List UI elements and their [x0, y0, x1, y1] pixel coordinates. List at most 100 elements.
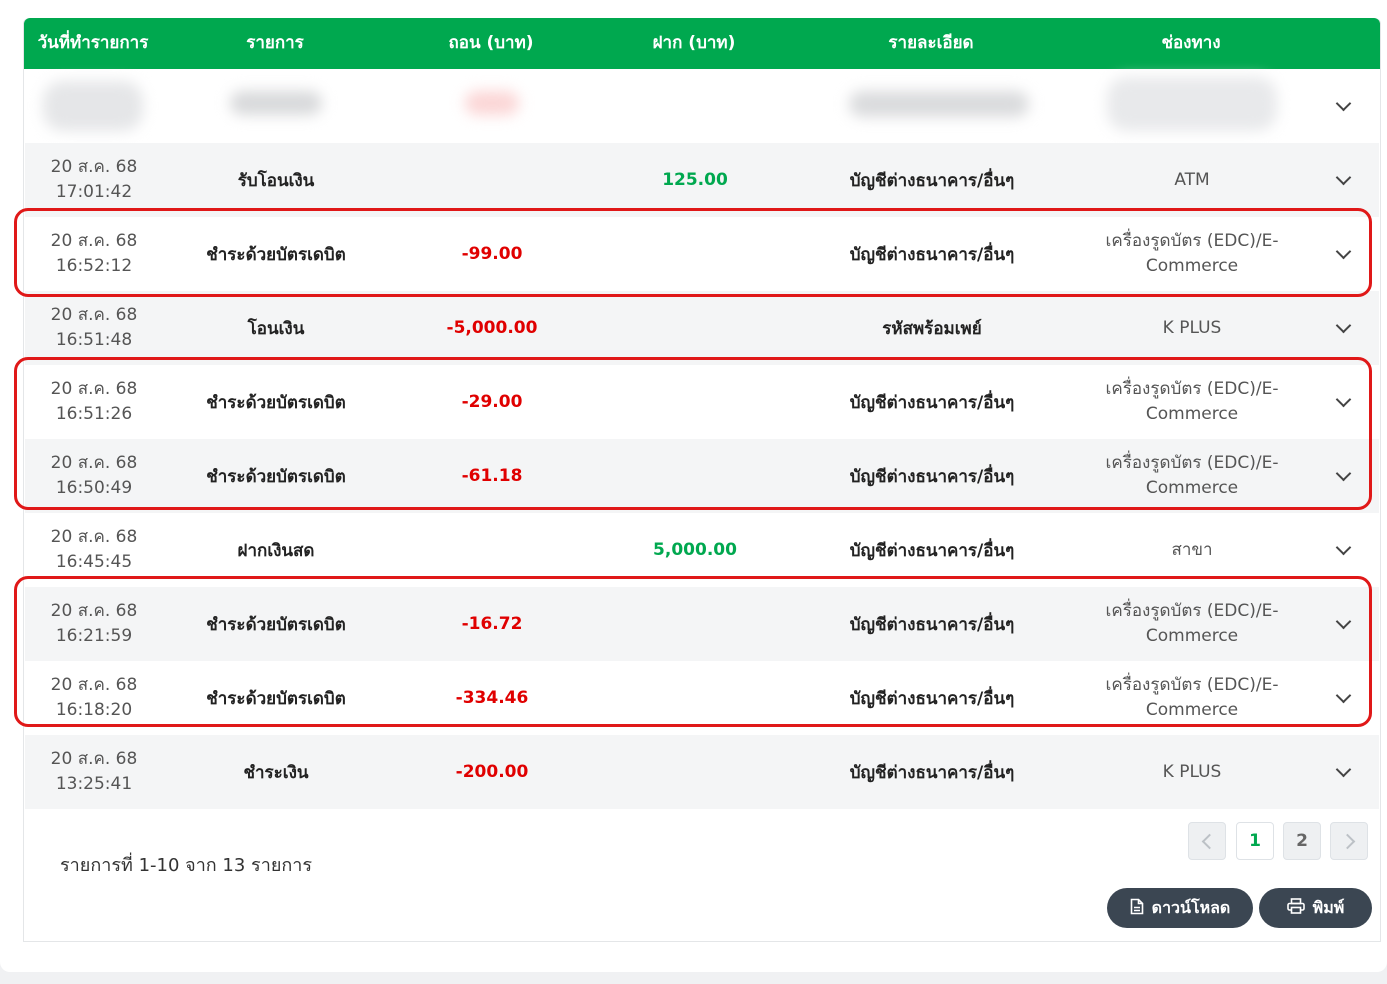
- date-cell: 20 ส.ค. 68 16:51:48: [25, 291, 163, 365]
- withdraw-cell: [392, 143, 592, 217]
- pagination-summary: รายการที่ 1-10 จาก 13 รายการ: [60, 855, 313, 876]
- deposit-cell: [595, 365, 795, 439]
- expand-icon[interactable]: [1325, 513, 1361, 587]
- item-cell: ชำระด้วยบัตรเดบิต: [206, 688, 346, 709]
- page-card: วันที่ทำรายการ รายการ ถอน (บาท) ฝาก (บาท…: [0, 0, 1387, 972]
- redacted-item: [230, 91, 322, 115]
- chevron-left-icon: [1201, 833, 1217, 849]
- table-row[interactable]: 20 ส.ค. 68 16:21:59 ชำระด้วยบัตรเดบิต -16.7…: [25, 587, 1379, 661]
- withdraw-cell: -5,000.00: [446, 318, 538, 338]
- deposit-cell: [595, 439, 795, 513]
- table-row[interactable]: 20 ส.ค. 68 16:51:48 โอนเงิน -5,000.00 รหัสพร…: [25, 291, 1379, 365]
- transaction-date: 20 ส.ค. 68: [50, 305, 138, 325]
- detail-cell: รหัสพร้อมเพย์: [882, 318, 982, 339]
- deposit-cell: [595, 587, 795, 661]
- transaction-date: 20 ส.ค. 68: [50, 527, 138, 547]
- expand-icon[interactable]: [1325, 439, 1361, 513]
- channel-cell: เครื่องรูดบัตร (EDC)/E-Commerce: [1105, 675, 1279, 720]
- item-cell: ชำระเงิน: [243, 762, 309, 783]
- date-cell: 20 ส.ค. 68 13:25:41: [25, 735, 163, 809]
- header-withdraw: ถอน (บาท): [448, 33, 534, 53]
- item-cell: โอนเงิน: [247, 318, 305, 339]
- deposit-cell: [595, 735, 795, 809]
- expand-icon[interactable]: [1325, 365, 1361, 439]
- expand-icon[interactable]: [1325, 143, 1361, 217]
- date-cell: 20 ส.ค. 68 16:50:49: [25, 439, 163, 513]
- withdraw-cell: -16.72: [461, 614, 523, 634]
- transaction-date: 20 ส.ค. 68: [50, 601, 138, 621]
- transaction-date: 20 ส.ค. 68: [50, 157, 138, 177]
- printer-icon: [1286, 898, 1305, 918]
- transaction-date: 20 ส.ค. 68: [50, 231, 138, 251]
- deposit-cell: 125.00: [662, 170, 728, 190]
- transaction-time: 16:52:12: [55, 256, 133, 276]
- expand-icon[interactable]: [1325, 587, 1361, 661]
- transaction-time: 16:51:48: [55, 330, 133, 350]
- page-1-button[interactable]: 1: [1236, 822, 1274, 860]
- channel-cell: ATM: [1174, 169, 1210, 190]
- deposit-cell: [595, 661, 795, 735]
- expand-icon[interactable]: [1325, 291, 1361, 365]
- redacted-channel: [1107, 77, 1277, 131]
- transaction-time: 16:45:45: [55, 552, 133, 572]
- header-date: วันที่ทำรายการ: [37, 33, 149, 53]
- detail-cell: บัญชีต่างธนาคาร/อื่นๆ: [849, 688, 1015, 709]
- withdraw-cell: -334.46: [455, 688, 529, 708]
- transaction-date: 20 ส.ค. 68: [50, 379, 138, 399]
- expand-icon[interactable]: [1325, 661, 1361, 735]
- table-row-redacted[interactable]: [25, 69, 1379, 143]
- table-row[interactable]: 20 ส.ค. 68 17:01:42 รับโอนเงิน 125.00 บัญชีต…: [25, 143, 1379, 217]
- transaction-time: 13:25:41: [55, 774, 133, 794]
- transaction-time: 16:21:59: [55, 626, 133, 646]
- prev-page-button[interactable]: [1188, 822, 1226, 860]
- table-row[interactable]: 20 ส.ค. 68 16:50:49 ชำระด้วยบัตรเดบิต -61.1…: [25, 439, 1379, 513]
- channel-cell: K PLUS: [1162, 761, 1222, 782]
- transaction-time: 16:18:20: [55, 700, 133, 720]
- table-header: วันที่ทำรายการ รายการ ถอน (บาท) ฝาก (บาท…: [24, 18, 1380, 69]
- table-row[interactable]: 20 ส.ค. 68 16:45:45 ฝากเงินสด 5,000.00 บัญชี…: [25, 513, 1379, 587]
- next-page-button[interactable]: [1330, 822, 1368, 860]
- item-cell: รับโอนเงิน: [237, 170, 315, 191]
- download-label: ดาวน์โหลด: [1151, 897, 1231, 917]
- page-2-button[interactable]: 2: [1283, 822, 1321, 860]
- expand-icon[interactable]: [1325, 217, 1361, 291]
- deposit-cell: [595, 217, 795, 291]
- detail-cell: บัญชีต่างธนาคาร/อื่นๆ: [849, 540, 1015, 561]
- transactions-panel: วันที่ทำรายการ รายการ ถอน (บาท) ฝาก (บาท…: [23, 18, 1381, 942]
- header-detail: รายละเอียด: [888, 33, 974, 53]
- channel-cell: เครื่องรูดบัตร (EDC)/E-Commerce: [1105, 601, 1279, 646]
- expand-icon[interactable]: [1325, 735, 1361, 809]
- detail-cell: บัญชีต่างธนาคาร/อื่นๆ: [849, 762, 1015, 783]
- item-cell: ชำระด้วยบัตรเดบิต: [206, 614, 346, 635]
- print-button[interactable]: พิมพ์: [1259, 888, 1372, 928]
- date-cell: 20 ส.ค. 68 16:21:59: [25, 587, 163, 661]
- channel-cell: เครื่องรูดบัตร (EDC)/E-Commerce: [1105, 379, 1279, 424]
- document-icon: [1130, 898, 1144, 919]
- transaction-date: 20 ส.ค. 68: [50, 749, 138, 769]
- transaction-date: 20 ส.ค. 68: [50, 453, 138, 473]
- print-label: พิมพ์: [1312, 897, 1345, 917]
- date-cell: 20 ส.ค. 68 17:01:42: [25, 143, 163, 217]
- transaction-time: 16:51:26: [55, 404, 133, 424]
- date-cell: 20 ส.ค. 68 16:18:20: [25, 661, 163, 735]
- redacted-date: [43, 81, 143, 131]
- table-row[interactable]: 20 ส.ค. 68 16:52:12 ชำระด้วยบัตรเดบิต -99.0…: [25, 217, 1379, 291]
- transaction-date: 20 ส.ค. 68: [50, 675, 138, 695]
- channel-cell: เครื่องรูดบัตร (EDC)/E-Commerce: [1105, 231, 1279, 276]
- header-deposit: ฝาก (บาท): [652, 33, 736, 53]
- channel-cell: สาขา: [1171, 539, 1213, 560]
- transaction-time: 17:01:42: [55, 182, 133, 202]
- chevron-right-icon: [1339, 833, 1355, 849]
- withdraw-cell: -61.18: [461, 466, 523, 486]
- header-item: รายการ: [246, 33, 304, 53]
- table-row[interactable]: 20 ส.ค. 68 16:18:20 ชำระด้วยบัตรเดบิต -334.…: [25, 661, 1379, 735]
- download-button[interactable]: ดาวน์โหลด: [1107, 888, 1253, 928]
- table-row[interactable]: 20 ส.ค. 68 16:51:26 ชำระด้วยบัตรเดบิต -29.0…: [25, 365, 1379, 439]
- table-row[interactable]: 20 ส.ค. 68 13:25:41 ชำระเงิน -200.00 บัญชีต่…: [25, 735, 1379, 809]
- deposit-cell: 5,000.00: [653, 540, 737, 560]
- channel-cell: เครื่องรูดบัตร (EDC)/E-Commerce: [1105, 453, 1279, 498]
- date-cell: 20 ส.ค. 68 16:45:45: [25, 513, 163, 587]
- detail-cell: บัญชีต่างธนาคาร/อื่นๆ: [849, 392, 1015, 413]
- detail-cell: บัญชีต่างธนาคาร/อื่นๆ: [849, 244, 1015, 265]
- expand-icon[interactable]: [1325, 69, 1361, 143]
